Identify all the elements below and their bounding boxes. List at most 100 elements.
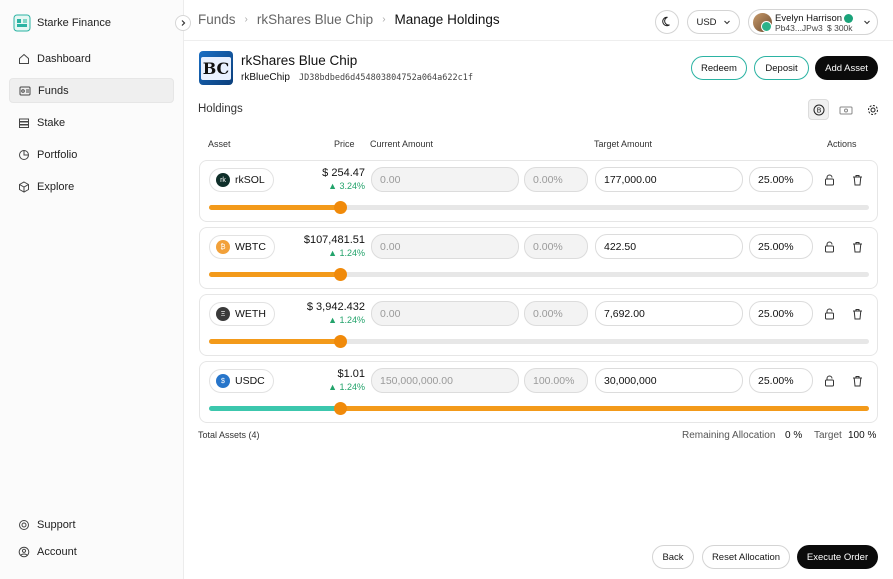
column-header-current: Current Amount (370, 139, 434, 149)
sidebar-item-stake[interactable]: Stake (9, 110, 174, 135)
target-value: 100 % (848, 430, 877, 441)
breadcrumb-current: Manage Holdings (394, 12, 500, 27)
lock-icon (824, 174, 834, 186)
target-percent-input[interactable]: 25.00% (749, 301, 813, 326)
sidebar-item-dashboard[interactable]: Dashboard (9, 46, 174, 71)
back-button[interactable]: Back (652, 545, 694, 569)
allocation-slider[interactable] (209, 335, 869, 348)
sidebar-item-label: Portfolio (37, 148, 78, 161)
slider-thumb[interactable] (334, 402, 347, 415)
asset-row: ₿ WBTC $107,481.51 ▲ 1.24% 0.00 0.00% 422.50 25… (199, 227, 878, 289)
fund-name: rkShares Blue Chip (241, 53, 358, 68)
chevron-down-icon (723, 20, 730, 25)
sidebar-bottom: Support Account (9, 512, 174, 566)
asset-price-change: ▲ 3.24% (328, 181, 365, 191)
chevron-down-icon (864, 20, 870, 25)
lock-button[interactable] (822, 307, 836, 321)
usd-view-button[interactable] (835, 99, 856, 120)
current-amount-field: 0.00 (371, 234, 519, 259)
sidebar-item-label: Funds (38, 84, 69, 97)
target-amount-input[interactable]: 422.50 (595, 234, 743, 259)
current-percent-field: 0.00% (524, 301, 588, 326)
current-percent-field: 0.00% (524, 167, 588, 192)
fund-address[interactable]: JD38bdbed6d454803804752a064a622c1f (299, 73, 473, 83)
asset-symbol: WETH (235, 308, 266, 320)
currency-select[interactable]: USD (687, 10, 740, 34)
target-amount-input[interactable]: 7,692.00 (595, 301, 743, 326)
breadcrumb-item-fund[interactable]: rkShares Blue Chip (257, 12, 373, 27)
redeem-button[interactable]: Redeem (691, 56, 747, 80)
sidebar-collapse-button[interactable] (175, 15, 191, 31)
asset-price: $107,481.51 (303, 234, 365, 246)
brand[interactable]: Starke Finance (13, 14, 111, 32)
allocation-slider[interactable] (209, 268, 869, 281)
trash-icon (852, 175, 862, 186)
delete-button[interactable] (850, 240, 864, 254)
asset-token-icon: ₿ (216, 240, 230, 254)
top-bar: Funds › rkShares Blue Chip › Manage Hold… (184, 0, 893, 41)
chevron-right-icon: › (244, 14, 248, 25)
bitcoin-icon: B (813, 104, 824, 115)
current-amount-field: 0.00 (371, 301, 519, 326)
reset-allocation-button[interactable]: Reset Allocation (702, 545, 790, 569)
fund-logo: BC (199, 51, 233, 85)
asset-price: $ 254.47 (322, 167, 365, 179)
delete-button[interactable] (850, 173, 864, 187)
breadcrumb-item-funds[interactable]: Funds (198, 12, 236, 27)
sidebar-item-account[interactable]: Account (9, 539, 174, 564)
slider-thumb[interactable] (334, 268, 347, 281)
delete-button[interactable] (850, 374, 864, 388)
sidebar-item-funds[interactable]: Funds (9, 78, 174, 103)
asset-price: $ 3,942.432 (306, 301, 365, 313)
column-header-asset: Asset (208, 139, 231, 149)
asset-selector[interactable]: $ USDC (209, 369, 274, 393)
lock-button[interactable] (822, 240, 836, 254)
sidebar-item-explore[interactable]: Explore (9, 174, 174, 199)
lock-button[interactable] (822, 374, 836, 388)
target-amount-input[interactable]: 30,000,000 (595, 368, 743, 393)
lock-button[interactable] (822, 173, 836, 187)
slider-thumb[interactable] (334, 201, 347, 214)
allocation-slider[interactable] (209, 201, 869, 214)
target-percent-input[interactable]: 25.00% (749, 368, 813, 393)
gear-icon (867, 104, 878, 115)
lock-icon (824, 375, 834, 387)
token-view-button[interactable]: B (808, 99, 829, 120)
trash-icon (852, 242, 862, 253)
asset-selector[interactable]: Ξ WETH (209, 302, 275, 326)
slider-thumb[interactable] (334, 335, 347, 348)
asset-selector[interactable]: ₿ WBTC (209, 235, 275, 259)
asset-token-icon: rk (216, 173, 230, 187)
theme-toggle-button[interactable] (655, 10, 679, 34)
banknote-icon (839, 106, 852, 114)
allocation-slider[interactable] (209, 402, 869, 415)
asset-row: rk rkSOL $ 254.47 ▲ 3.24% 0.00 0.00% 177,000.0… (199, 160, 878, 222)
verified-icon (844, 14, 853, 23)
asset-selector[interactable]: rk rkSOL (209, 168, 274, 192)
sidebar-item-support[interactable]: Support (9, 512, 174, 537)
asset-price-change: ▲ 1.24% (328, 248, 365, 258)
moon-icon (662, 16, 670, 27)
sidebar-item-label: Explore (37, 180, 75, 193)
user-menu-button[interactable]: Evelyn Harrison Pb43...JPw3 $ 300k (748, 9, 878, 35)
column-header-actions: Actions (827, 139, 857, 149)
chevron-right-icon (181, 20, 186, 26)
pie-icon (18, 149, 30, 161)
deposit-button[interactable]: Deposit (754, 56, 809, 80)
current-amount-field: 150,000,000.00 (371, 368, 519, 393)
lock-icon (824, 308, 834, 320)
add-asset-button[interactable]: Add Asset (815, 56, 878, 80)
target-amount-input[interactable]: 177,000.00 (595, 167, 743, 192)
target-percent-input[interactable]: 25.00% (749, 167, 813, 192)
target-allocation-fill (209, 205, 340, 210)
settings-button[interactable] (862, 99, 883, 120)
current-percent-field: 100.00% (524, 368, 588, 393)
asset-token-icon: $ (216, 374, 230, 388)
execute-order-button[interactable]: Execute Order (797, 545, 878, 569)
svg-text:B: B (816, 106, 821, 114)
asset-price-change: ▲ 1.24% (328, 382, 365, 392)
target-percent-input[interactable]: 25.00% (749, 234, 813, 259)
sidebar-item-portfolio[interactable]: Portfolio (9, 142, 174, 167)
column-header-target: Target Amount (594, 139, 653, 149)
delete-button[interactable] (850, 307, 864, 321)
